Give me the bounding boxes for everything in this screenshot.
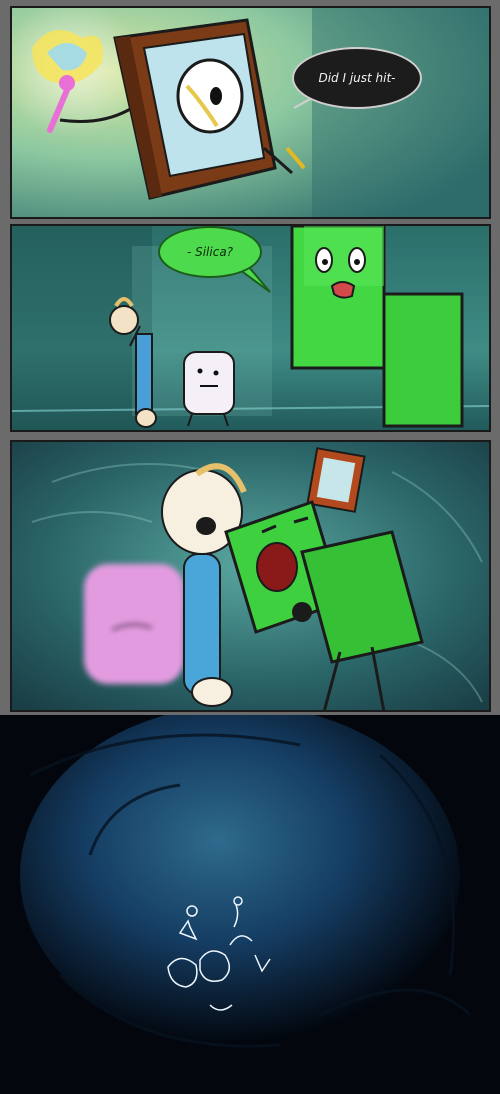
panel-1-art: [12, 8, 489, 217]
marshmallow-character-blurred: [84, 564, 184, 684]
speech-text-panel-1: Did I just hit-: [318, 71, 396, 85]
speech-bubble-panel-1: Did I just hit-: [292, 47, 422, 109]
panel-4: [0, 715, 500, 1094]
panel-4-art: [0, 715, 500, 1094]
panel-3: [10, 440, 491, 712]
speech-bubble-panel-2: - Silica?: [158, 226, 262, 278]
falling-tv: [306, 447, 366, 513]
panel-3-art: [12, 442, 489, 710]
comic-page: Did I just hit- - Silica?: [0, 0, 500, 1094]
panel-2: - Silica?: [10, 224, 491, 432]
speech-text-panel-2: - Silica?: [186, 245, 234, 259]
panel-1: Did I just hit-: [10, 6, 491, 219]
